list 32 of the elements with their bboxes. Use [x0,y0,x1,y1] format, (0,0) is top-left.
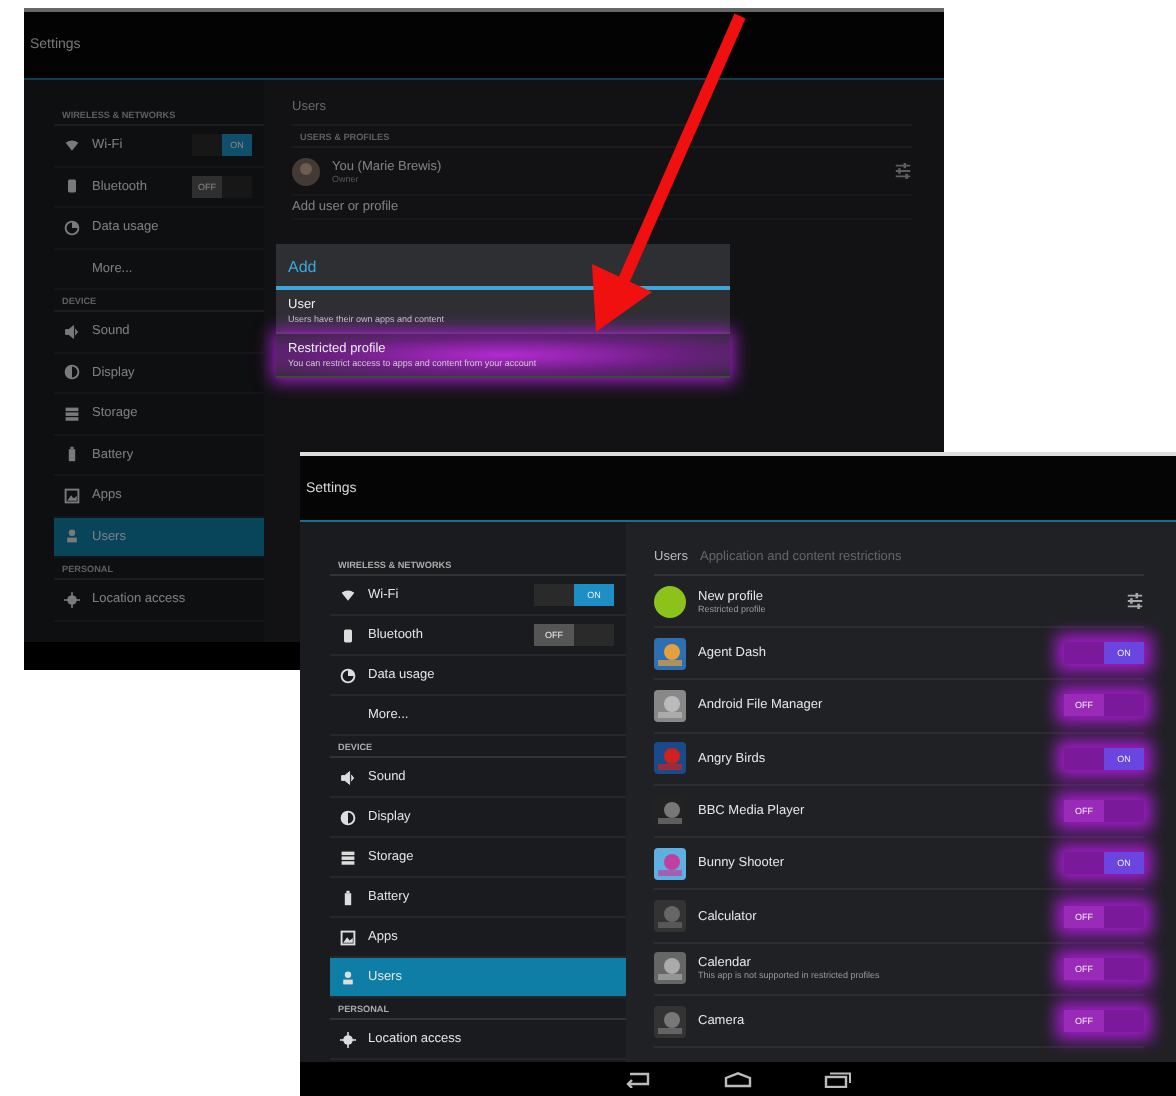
home-icon[interactable] [724,1071,752,1087]
apps-icon [340,929,356,945]
display-icon [64,364,80,381]
settings-sliders-icon[interactable] [894,162,912,180]
users-icon [64,528,80,545]
settings-sliders-icon[interactable] [1126,592,1144,610]
display-icon [340,809,356,825]
app-icon [654,637,686,670]
sound-icon [340,769,356,785]
data-icon [340,667,356,683]
battery-icon [340,889,356,905]
app-icon [654,689,686,722]
app-icon [654,952,686,985]
app-icon [654,900,686,933]
location-icon [340,1031,356,1047]
app-icon [654,847,686,880]
apps-icon [64,487,80,504]
wifi-icon [64,137,80,154]
users-icon [340,969,356,985]
storage-icon [64,405,80,422]
app-icon [654,1005,686,1038]
profile-avatar-icon [654,585,686,617]
data-icon [64,219,80,236]
location-icon [64,591,80,608]
avatar-icon [292,157,320,185]
wifi-icon [340,587,356,603]
sound-icon [64,323,80,340]
recents-icon[interactable] [824,1071,852,1087]
back-icon[interactable] [624,1071,652,1087]
battery-icon [64,446,80,463]
storage-icon [340,849,356,865]
app-icon [654,742,686,775]
